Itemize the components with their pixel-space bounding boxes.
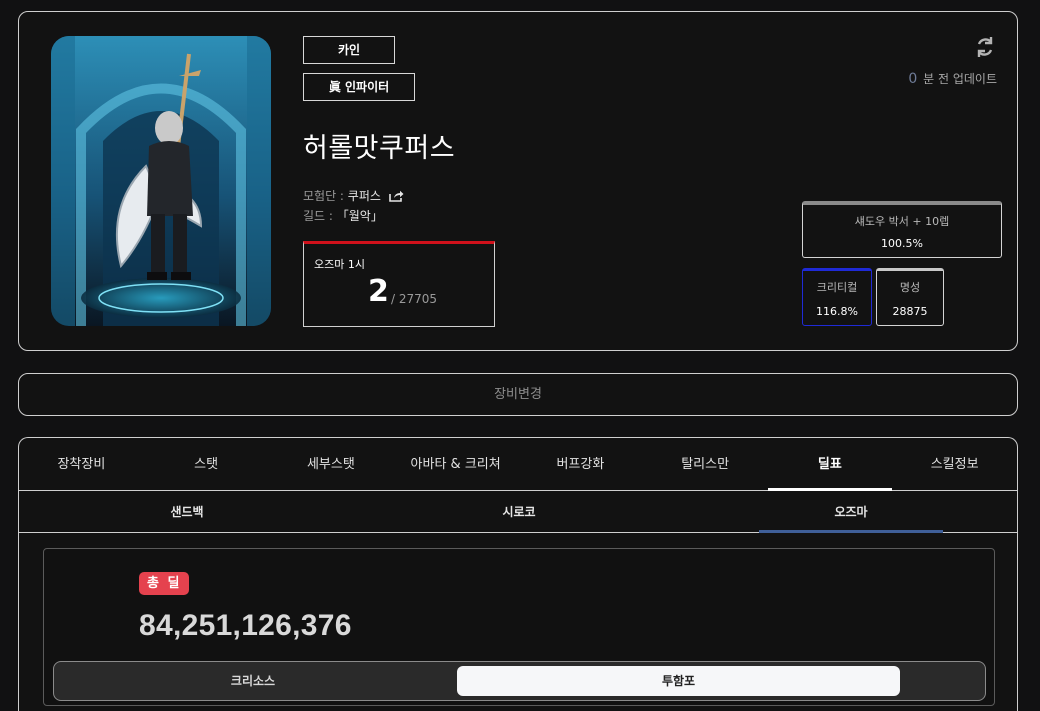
- subtab-siroco[interactable]: 시로코: [427, 491, 611, 533]
- job-tag: 眞 인파이터: [303, 73, 415, 101]
- segment-tuhampo[interactable]: 투함포: [457, 666, 900, 696]
- tab-avatar-creature[interactable]: 아바타 & 크리쳐: [393, 438, 518, 490]
- buff-value: 100.5%: [881, 237, 923, 250]
- guild-line: 길드 : 「월악」: [303, 207, 383, 224]
- character-portrait: [51, 36, 271, 326]
- fame-label: 명성: [899, 281, 921, 294]
- update-status: 0 분 전 업데이트: [908, 70, 997, 87]
- rank-position: 2: [368, 274, 389, 309]
- tab-detail-stats[interactable]: 세부스탯: [269, 438, 394, 490]
- sub-tab-bar: 샌드백 시로코 오즈마: [19, 491, 1017, 533]
- total-damage-box: 총 딜 84,251,126,376 크리소스 투함포: [43, 548, 995, 706]
- segment-crisis[interactable]: 크리소스: [58, 666, 448, 696]
- total-damage-badge: 총 딜: [139, 572, 190, 595]
- adventure-label: 모험단 :: [303, 189, 348, 203]
- tab-stats[interactable]: 스탯: [144, 438, 269, 490]
- critical-value: 116.8%: [816, 305, 858, 318]
- character-profile-card: 카인 眞 인파이터 허롤맛쿠퍼스 모험단 : 쿠퍼스 길드 : 「월악」 오즈마…: [18, 11, 1018, 351]
- guild-name: 「월악」: [336, 209, 383, 223]
- refresh-icon[interactable]: [975, 36, 995, 62]
- tab-talisman[interactable]: 탈리스만: [643, 438, 768, 490]
- raid-rank-box: 오즈마 1시 2 / 27705: [303, 241, 495, 327]
- tab-buff-enhance[interactable]: 버프강화: [518, 438, 643, 490]
- fame-value: 28875: [892, 305, 928, 318]
- character-portrait-image: [51, 36, 271, 326]
- guild-label: 길드 :: [303, 209, 337, 223]
- equip-change-button[interactable]: 장비변경: [18, 373, 1018, 416]
- tab-skill-info[interactable]: 스킬정보: [892, 438, 1017, 490]
- adventure-name[interactable]: 쿠퍼스: [348, 189, 381, 203]
- fame-box: 명성 28875: [876, 268, 944, 326]
- subtab-sandbag[interactable]: 샌드백: [95, 491, 279, 533]
- total-damage-value: 84,251,126,376: [139, 609, 352, 642]
- main-tab-bar: 장착장비 스탯 세부스탯 아바타 & 크리쳐 버프강화 탈리스만 딜표 스킬정보: [19, 438, 1017, 491]
- subtab-ozma[interactable]: 오즈마: [759, 491, 943, 533]
- adventure-line: 모험단 : 쿠퍼스: [303, 187, 404, 205]
- critical-label: 크리티컬: [816, 281, 858, 294]
- server-tag: 카인: [303, 36, 395, 64]
- critical-box: 크리티컬 116.8%: [802, 268, 872, 326]
- buff-power-box: 섀도우 박서 + 10렙 100.5%: [802, 201, 1002, 258]
- character-name: 허롤맛쿠퍼스: [303, 133, 456, 164]
- tab-equipment[interactable]: 장착장비: [19, 438, 144, 490]
- tab-damage-table[interactable]: 딜표: [767, 438, 893, 491]
- update-minutes: 0: [908, 71, 918, 87]
- detail-panel: 장착장비 스탯 세부스탯 아바타 & 크리쳐 버프강화 탈리스만 딜표 스킬정보…: [18, 437, 1018, 711]
- skill-set-toggle: 크리소스 투함포: [53, 661, 986, 701]
- update-label: 분 전 업데이트: [923, 72, 997, 86]
- rank-label: 오즈마 1시: [314, 258, 365, 271]
- equip-change-label: 장비변경: [494, 387, 542, 402]
- buff-label: 섀도우 박서 + 10렙: [854, 215, 950, 228]
- rank-total: / 27705: [391, 292, 438, 306]
- share-icon[interactable]: [388, 190, 404, 205]
